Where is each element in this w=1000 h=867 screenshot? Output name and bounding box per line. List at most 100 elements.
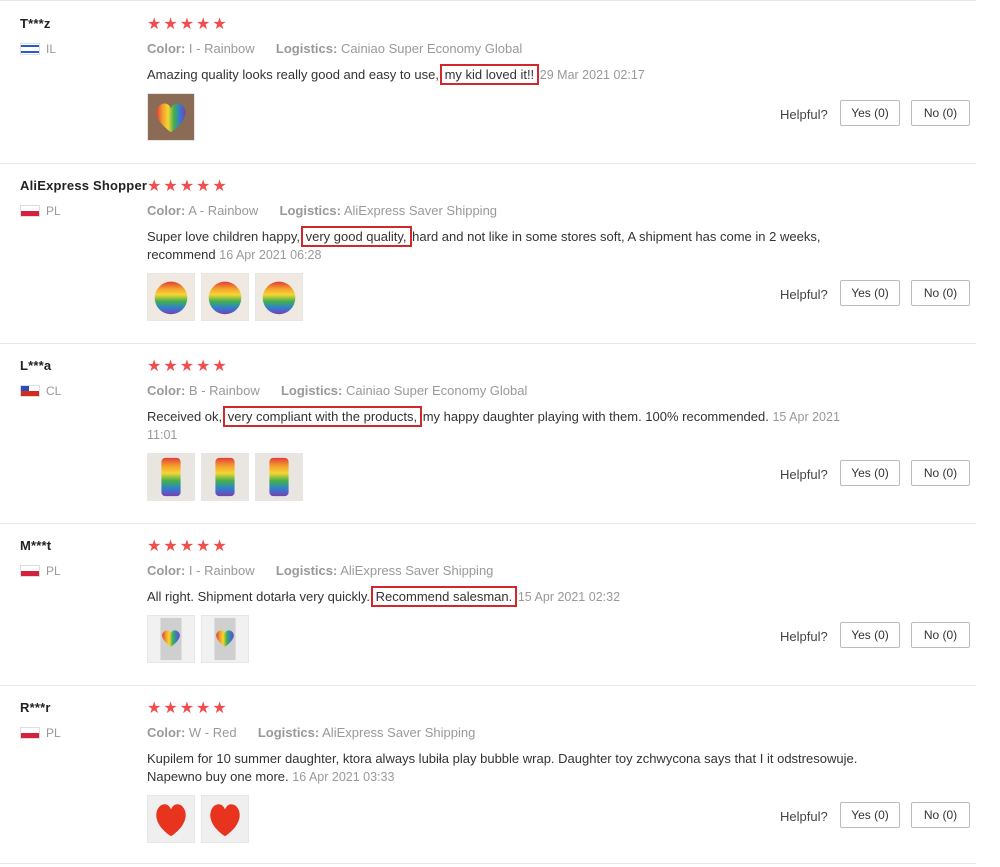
helpful-label: Helpful? [780,467,828,482]
review-highlight: my kid loved it!! [439,64,540,85]
helpful-label: Helpful? [780,107,828,122]
review-meta: Color: B - Rainbow Logistics: Cainiao Su… [147,383,527,398]
review-text-before: Amazing quality looks really good and ea… [147,67,439,82]
review-photos [147,273,303,321]
helpful-label: Helpful? [780,287,828,302]
rating-stars: ★★★★★ [147,538,229,555]
reviewer-name: R***r [20,700,51,715]
color-value: B - Rainbow [188,383,260,398]
logistics-value: AliExpress Saver Shipping [322,725,476,740]
color-key: Color: [147,383,186,398]
logistics-value: Cainiao Super Economy Global [340,41,523,56]
helpful-label: Helpful? [780,809,828,824]
rating-stars: ★★★★★ [147,358,229,375]
country-flag-icon [20,565,40,577]
helpful-yes-button[interactable]: Yes (0) [840,460,900,486]
country-flag-icon [20,727,40,739]
logistics-key: Logistics: [275,563,338,578]
country-code: PL [46,204,61,218]
review-text: Super love children happy, very good qua… [147,226,867,264]
helpful-no-button[interactable]: No (0) [911,622,970,648]
review-highlight: Recommend salesman. [370,586,518,607]
color-key: Color: [147,563,186,578]
helpful-label: Helpful? [780,629,828,644]
review-photo-thumbnail[interactable] [255,453,303,501]
review-date: 15 Apr 2021 02:32 [517,590,621,604]
country-code: CL [46,384,62,398]
helpful-no-button[interactable]: No (0) [911,280,970,306]
reviews-list: T***z IL ★★★★★ Color: I - Rainbow Logist… [0,0,1000,867]
review-photo-thumbnail[interactable] [147,795,195,843]
logistics-key: Logistics: [280,383,343,398]
review-date: 16 Apr 2021 03:33 [292,770,395,784]
color-key: Color: [147,725,186,740]
review-photo-thumbnail[interactable] [147,453,195,501]
reviewer-name: M***t [20,538,52,553]
review-photo-thumbnail[interactable] [147,93,195,141]
logistics-key: Logistics: [257,725,320,740]
helpful-no-button[interactable]: No (0) [911,100,970,126]
reviewer-name: T***z [20,16,51,31]
review-photo-thumbnail[interactable] [255,273,303,321]
review-meta: Color: W - Red Logistics: AliExpress Sav… [147,725,475,740]
review-text-after: my happy daughter playing with them. 100… [422,409,769,424]
review-date: 16 Apr 2021 06:28 [219,248,322,262]
color-value: I - Rainbow [188,41,255,56]
review-highlight: very good quality, [300,226,412,247]
review-text: Kupilem for 10 summer daughter, ktora al… [147,750,867,786]
review-photo-thumbnail[interactable] [201,615,249,663]
review-text: All right. Shipment dotarła very quickly… [147,586,867,607]
review-meta: Color: A - Rainbow Logistics: AliExpress… [147,203,497,218]
review-photos [147,795,249,843]
helpful-yes-button[interactable]: Yes (0) [840,622,900,648]
country-flag-icon [20,385,40,397]
logistics-key: Logistics: [279,203,341,218]
reviewer-country: PL [20,564,61,578]
review-text-before: Kupilem for 10 summer daughter, ktora al… [147,751,858,784]
review-photos [147,615,249,663]
review-photo-thumbnail[interactable] [201,795,249,843]
review-photo-thumbnail[interactable] [201,273,249,321]
review-text: Amazing quality looks really good and ea… [147,64,867,85]
reviewer-country: IL [20,42,56,56]
reviewer-country: CL [20,384,61,398]
country-flag-icon [20,43,40,55]
review-photos [147,453,303,501]
logistics-key: Logistics: [275,41,338,56]
review-photo-thumbnail[interactable] [147,273,195,321]
country-code: IL [46,42,57,56]
color-key: Color: [147,203,186,218]
review-text-before: Super love children happy, [147,229,300,244]
color-value: W - Red [188,725,237,740]
helpful-yes-button[interactable]: Yes (0) [840,100,900,126]
logistics-value: AliExpress Saver Shipping [343,203,498,218]
review-highlight: very compliant with the products, [222,406,423,427]
color-key: Color: [147,41,186,56]
rating-stars: ★★★★★ [147,16,229,33]
color-value: I - Rainbow [188,563,255,578]
review-photos [147,93,195,141]
review-text: Received ok, very compliant with the pro… [147,406,867,444]
rating-stars: ★★★★★ [147,700,229,717]
helpful-yes-button[interactable]: Yes (0) [840,280,900,306]
review-meta: Color: I - Rainbow Logistics: Cainiao Su… [147,41,522,56]
reviewer-name: L***a [20,358,52,373]
logistics-value: AliExpress Saver Shipping [340,563,494,578]
reviewer-country: PL [20,726,61,740]
helpful-yes-button[interactable]: Yes (0) [840,802,900,828]
color-value: A - Rainbow [188,203,259,218]
country-code: PL [46,726,61,740]
review-text-before: All right. Shipment dotarła very quickly… [147,589,371,604]
review-date: 29 Mar 2021 02:17 [539,68,645,82]
country-code: PL [46,564,61,578]
helpful-no-button[interactable]: No (0) [911,460,970,486]
review-text-before: Received ok, [147,409,223,424]
review-photo-thumbnail[interactable] [201,453,249,501]
review-meta: Color: I - Rainbow Logistics: AliExpress… [147,563,493,578]
reviewer-country: PL [20,204,61,218]
logistics-value: Cainiao Super Economy Global [346,383,528,398]
review-photo-thumbnail[interactable] [147,615,195,663]
country-flag-icon [20,205,40,217]
helpful-no-button[interactable]: No (0) [911,802,970,828]
rating-stars: ★★★★★ [147,178,229,195]
